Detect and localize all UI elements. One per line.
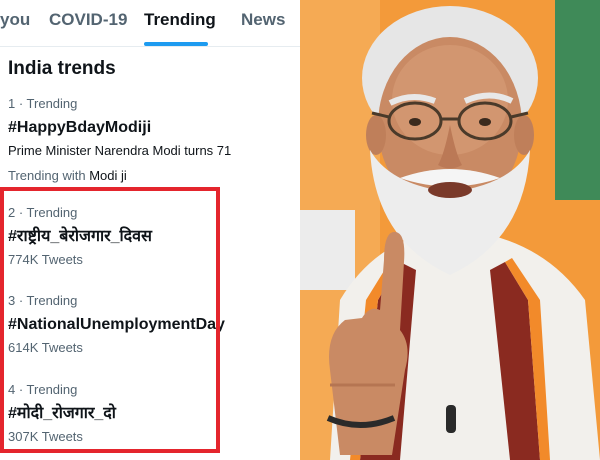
- tab-trending[interactable]: Trending: [144, 10, 216, 30]
- tab-for-you[interactable]: you: [0, 10, 30, 30]
- twitter-trends-panel: you COVID-19 Trending News India trends …: [0, 0, 300, 460]
- trend-rank: 1 · Trending: [8, 96, 78, 111]
- trending-with-label: Trending with: [8, 168, 86, 183]
- tab-covid-19[interactable]: COVID-19: [49, 10, 127, 30]
- backdrop-green: [555, 0, 600, 200]
- section-title: India trends: [8, 58, 116, 79]
- highlight-box: [0, 187, 220, 453]
- trend-item-1[interactable]: 1 · Trending #HappyBdayModiji Prime Mini…: [8, 96, 298, 184]
- tab-bar: you COVID-19 Trending News: [0, 0, 300, 47]
- trending-with: Trending with Modi ji: [8, 168, 298, 184]
- trend-description: Prime Minister Narendra Modi turns 71: [8, 143, 232, 158]
- microphone: [446, 405, 456, 433]
- trending-with-link[interactable]: Modi ji: [89, 168, 127, 183]
- trend-hashtag: #HappyBdayModiji: [8, 119, 152, 136]
- tab-news[interactable]: News: [241, 10, 285, 30]
- photo-panel: [300, 0, 600, 460]
- active-tab-indicator: [144, 42, 208, 46]
- portrait-illustration: [300, 0, 600, 460]
